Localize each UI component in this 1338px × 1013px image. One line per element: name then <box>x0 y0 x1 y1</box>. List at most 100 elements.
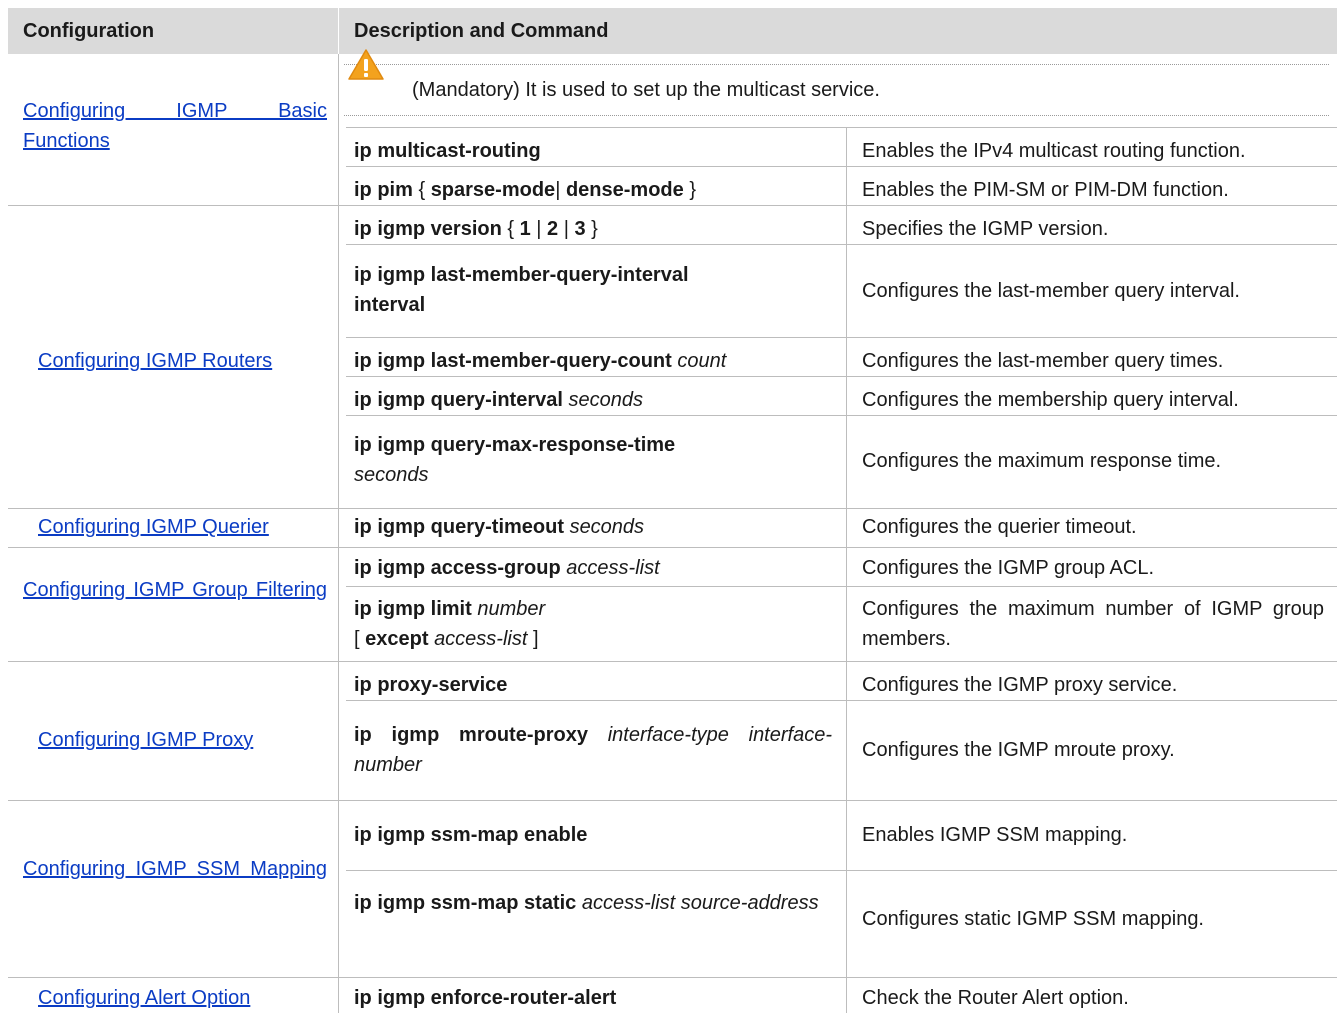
row-separator <box>346 700 1337 701</box>
header-description: Description and Command <box>354 20 609 42</box>
command-syntax: [ <box>354 628 366 650</box>
command-cell: ip igmp ssm-map static access-list sourc… <box>339 888 846 918</box>
link-configuring-igmp-group-filtering[interactable]: Configuring IGMP Group Filtering <box>23 575 327 605</box>
command-keyword: ip igmp ssm-map enable <box>354 824 588 846</box>
command-cell: ip multicast-routing <box>339 136 555 166</box>
group-separator <box>8 547 1337 548</box>
table-header: Configuration Description and Command <box>8 8 1337 54</box>
command-syntax: { <box>501 218 520 240</box>
description-cell: Configures the maximum number of IGMP gr… <box>862 598 1324 650</box>
command-keyword: ip multicast-routing <box>354 140 541 162</box>
mandatory-note: (Mandatory) It is used to set up the mul… <box>412 79 880 101</box>
description-cell: Configures the maximum response time. <box>862 450 1222 472</box>
command-keyword: ip igmp query-timeout <box>354 516 564 538</box>
command-argument: seconds <box>354 464 429 486</box>
row-separator <box>346 244 1337 245</box>
description-cell: Configures the IGMP proxy service. <box>862 674 1178 696</box>
link-configuring-igmp-querier[interactable]: Configuring IGMP Querier <box>38 516 269 538</box>
command-syntax: } <box>585 218 598 240</box>
row-separator <box>346 127 1337 128</box>
row-separator <box>346 415 1337 416</box>
command-keyword: interval <box>354 294 426 316</box>
command-keyword: ip proxy-service <box>354 674 508 696</box>
command-keyword: ip igmp access-group <box>354 557 561 579</box>
command-keyword: ip igmp query-max-response-time <box>354 434 676 456</box>
row-separator <box>346 166 1337 167</box>
header-configuration: Configuration <box>23 20 155 42</box>
command-keyword: ip igmp last-member-query-interval <box>354 264 689 286</box>
row-separator <box>346 376 1337 377</box>
command-cell: ip igmp ssm-map enable <box>339 820 601 850</box>
command-cell: ip igmp last-member-query-interval interv… <box>339 260 703 320</box>
link-alert-wrap: Configuring Alert Option <box>23 983 264 1013</box>
command-argument: access-list source-address <box>581 892 819 914</box>
link-proxy-wrap: Configuring IGMP Proxy <box>23 725 267 755</box>
command-syntax: } <box>683 179 697 201</box>
command-syntax: | <box>555 179 566 201</box>
command-cell: ip igmp version { 1 | 2 | 3 } <box>339 214 612 244</box>
description-cell: Configures the last-member query interva… <box>862 280 1240 302</box>
command-keyword: ip igmp enforce-router-alert <box>354 987 617 1009</box>
row-separator <box>346 586 1337 587</box>
link-configuring-alert-option[interactable]: Configuring Alert Option <box>38 987 250 1009</box>
description-cell: Enables IGMP SSM mapping. <box>862 824 1128 846</box>
command-argument: seconds <box>569 516 645 538</box>
link-basic-wrap: Configuring IGMP Basic Functions <box>8 96 339 156</box>
description-cell: Configures the membership query interval… <box>862 389 1239 411</box>
command-argument: number <box>477 598 546 620</box>
command-keyword: except <box>365 628 429 650</box>
description-cell: Configures the last-member query times. <box>862 350 1224 372</box>
command-cell: ip igmp access-group access-list <box>339 553 674 583</box>
command-argument: seconds <box>568 389 644 411</box>
command-cell: ip igmp last-member-query-count count <box>339 346 740 376</box>
command-argument: access-list <box>566 557 660 579</box>
command-keyword: ip pim <box>354 179 413 201</box>
group-separator <box>8 508 1337 509</box>
row-separator <box>346 337 1337 338</box>
command-keyword: 3 <box>574 218 586 240</box>
command-keyword: ip igmp ssm-map static <box>354 892 577 914</box>
link-configuring-igmp-basic-functions[interactable]: Configuring IGMP Basic Functions <box>23 96 327 156</box>
command-keyword: dense-mode <box>565 179 684 201</box>
description-cell: Enables the IPv4 multicast routing funct… <box>862 140 1246 162</box>
command-cell: ip pim { sparse-mode| dense-mode } <box>339 175 710 205</box>
command-keyword: ip igmp query-interval <box>354 389 563 411</box>
group-separator <box>8 800 1337 801</box>
command-syntax: | <box>530 218 548 240</box>
command-keyword: 2 <box>547 218 559 240</box>
command-cell: ip proxy-service <box>339 670 521 700</box>
command-cell: ip igmp query-interval seconds <box>339 385 657 415</box>
command-cell: ip igmp mroute-proxy interface-type inte… <box>339 720 846 780</box>
command-syntax: | <box>558 218 575 240</box>
note-border-bottom <box>344 115 1329 116</box>
command-keyword: ip igmp version <box>354 218 502 240</box>
command-keyword: 1 <box>519 218 531 240</box>
description-cell: Configures the IGMP mroute proxy. <box>862 739 1175 761</box>
description-cell: Specifies the IGMP version. <box>862 218 1109 240</box>
row-separator <box>346 870 1337 871</box>
command-keyword: sparse-mode <box>430 179 556 201</box>
link-filtering-wrap: Configuring IGMP Group Filtering <box>8 575 339 605</box>
description-cell: Configures static IGMP SSM mapping. <box>862 908 1204 930</box>
link-configuring-igmp-routers[interactable]: Configuring IGMP Routers <box>38 350 272 372</box>
description-cell: Configures the IGMP group ACL. <box>862 557 1155 579</box>
command-keyword: ip igmp mroute-proxy <box>354 724 588 746</box>
group-separator <box>8 661 1337 662</box>
group-separator <box>8 205 1337 206</box>
header-divider <box>338 8 339 54</box>
command-argument: count <box>677 350 727 372</box>
link-querier-wrap: Configuring IGMP Querier <box>23 512 283 542</box>
link-ssm-wrap: Configuring IGMP SSM Mapping <box>8 854 339 884</box>
note-border-top <box>344 64 1329 65</box>
description-cell: Enables the PIM-SM or PIM-DM function. <box>862 179 1229 201</box>
command-cell: ip igmp enforce-router-alert <box>339 983 630 1013</box>
command-keyword: ip igmp limit <box>354 598 472 620</box>
description-cell: Configures the querier timeout. <box>862 516 1137 538</box>
command-argument: access-list <box>434 628 528 650</box>
warning-triangle-icon <box>348 49 384 80</box>
command-keyword: ip igmp last-member-query-count <box>354 350 672 372</box>
link-configuring-igmp-proxy[interactable]: Configuring IGMP Proxy <box>38 729 253 751</box>
link-routers-wrap: Configuring IGMP Routers <box>23 346 286 376</box>
group-separator <box>8 977 1337 978</box>
link-configuring-igmp-ssm-mapping[interactable]: Configuring IGMP SSM Mapping <box>23 854 327 884</box>
